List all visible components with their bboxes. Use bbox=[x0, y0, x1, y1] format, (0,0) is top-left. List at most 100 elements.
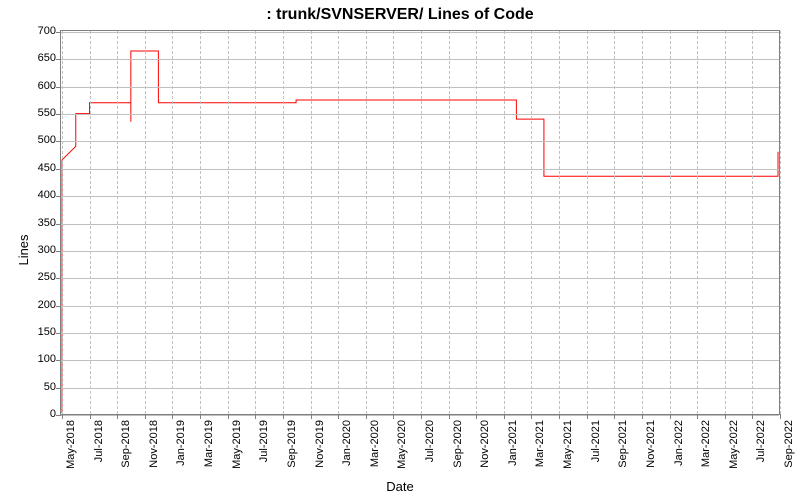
y-tick bbox=[56, 251, 61, 252]
x-tick bbox=[255, 414, 256, 419]
y-tick bbox=[56, 87, 61, 88]
x-tick-label: Sep-2020 bbox=[452, 420, 464, 468]
x-tick bbox=[145, 414, 146, 419]
gridline-h bbox=[61, 169, 779, 170]
y-tick bbox=[56, 32, 61, 33]
x-tick bbox=[172, 414, 173, 419]
x-tick bbox=[697, 414, 698, 419]
x-tick-label: May-2021 bbox=[562, 420, 574, 469]
x-tick-label: Nov-2021 bbox=[645, 420, 657, 468]
x-tick-label: May-2019 bbox=[231, 420, 243, 469]
gridline-v bbox=[228, 31, 229, 414]
x-tick-label: Jan-2022 bbox=[673, 420, 685, 466]
x-tick-label: Mar-2022 bbox=[700, 420, 712, 467]
x-tick-label: Nov-2019 bbox=[314, 420, 326, 468]
x-tick-label: Jul-2021 bbox=[590, 420, 602, 462]
x-tick bbox=[228, 414, 229, 419]
gridline-v bbox=[145, 31, 146, 414]
x-tick bbox=[117, 414, 118, 419]
gridline-v bbox=[449, 31, 450, 414]
y-tick bbox=[56, 169, 61, 170]
y-tick-label: 300 bbox=[6, 244, 56, 256]
chart-title: : trunk/SVNSERVER/ Lines of Code bbox=[0, 6, 800, 24]
gridline-v bbox=[421, 31, 422, 414]
y-tick bbox=[56, 59, 61, 60]
x-tick-label: Sep-2021 bbox=[617, 420, 629, 468]
gridline-v bbox=[697, 31, 698, 414]
y-tick-label: 500 bbox=[6, 134, 56, 146]
y-tick bbox=[56, 114, 61, 115]
gridline-v bbox=[393, 31, 394, 414]
y-tick-label: 400 bbox=[6, 189, 56, 201]
plot-area bbox=[60, 30, 780, 415]
y-tick bbox=[56, 388, 61, 389]
x-tick-label: Nov-2018 bbox=[148, 420, 160, 468]
y-tick-label: 650 bbox=[6, 52, 56, 64]
y-tick bbox=[56, 360, 61, 361]
x-tick bbox=[393, 414, 394, 419]
x-tick-label: Mar-2021 bbox=[534, 420, 546, 467]
x-tick-label: Mar-2020 bbox=[369, 420, 381, 467]
series-line bbox=[62, 51, 778, 413]
gridline-h bbox=[61, 87, 779, 88]
x-tick-label: Jul-2022 bbox=[755, 420, 767, 462]
y-tick-label: 200 bbox=[6, 299, 56, 311]
x-tick bbox=[200, 414, 201, 419]
gridline-v bbox=[283, 31, 284, 414]
gridline-v bbox=[366, 31, 367, 414]
x-tick bbox=[614, 414, 615, 419]
gridline-h bbox=[61, 333, 779, 334]
x-tick bbox=[587, 414, 588, 419]
gridline-v bbox=[670, 31, 671, 414]
x-tick-label: Sep-2018 bbox=[120, 420, 132, 468]
gridline-v bbox=[587, 31, 588, 414]
title-prefix: : bbox=[266, 6, 276, 23]
x-tick-label: May-2018 bbox=[65, 420, 77, 469]
x-tick bbox=[283, 414, 284, 419]
x-tick bbox=[90, 414, 91, 419]
chart-container: : trunk/SVNSERVER/ Lines of Code Lines D… bbox=[0, 0, 800, 500]
gridline-v bbox=[62, 31, 63, 414]
x-tick-label: Jan-2019 bbox=[175, 420, 187, 466]
x-tick bbox=[62, 414, 63, 419]
title-main: trunk/SVNSERVER/ Lines of Code bbox=[276, 6, 534, 23]
y-tick bbox=[56, 196, 61, 197]
gridline-h bbox=[61, 224, 779, 225]
y-tick-label: 350 bbox=[6, 217, 56, 229]
y-tick-label: 50 bbox=[6, 381, 56, 393]
x-tick-label: Jan-2020 bbox=[341, 420, 353, 466]
y-tick bbox=[56, 278, 61, 279]
gridline-v bbox=[531, 31, 532, 414]
series-svg bbox=[61, 31, 779, 414]
gridline-v bbox=[614, 31, 615, 414]
x-tick-label: May-2020 bbox=[396, 420, 408, 469]
gridline-h bbox=[61, 32, 779, 33]
y-tick bbox=[56, 224, 61, 225]
y-tick bbox=[56, 415, 61, 416]
x-tick bbox=[338, 414, 339, 419]
gridline-h bbox=[61, 251, 779, 252]
x-tick bbox=[780, 414, 781, 419]
x-tick bbox=[311, 414, 312, 419]
x-tick-label: Jul-2020 bbox=[424, 420, 436, 462]
gridline-v bbox=[255, 31, 256, 414]
gridline-v bbox=[559, 31, 560, 414]
y-tick bbox=[56, 306, 61, 307]
x-tick-label: May-2022 bbox=[728, 420, 740, 469]
gridline-v bbox=[117, 31, 118, 414]
y-tick-label: 250 bbox=[6, 271, 56, 283]
x-axis-label: Date bbox=[0, 479, 800, 494]
gridline-h bbox=[61, 306, 779, 307]
gridline-v bbox=[780, 31, 781, 414]
gridline-v bbox=[752, 31, 753, 414]
x-tick-label: Jan-2021 bbox=[507, 420, 519, 466]
x-tick bbox=[504, 414, 505, 419]
x-tick bbox=[449, 414, 450, 419]
x-tick-label: Jul-2018 bbox=[93, 420, 105, 462]
gridline-v bbox=[311, 31, 312, 414]
x-tick bbox=[421, 414, 422, 419]
gridline-v bbox=[172, 31, 173, 414]
y-tick bbox=[56, 141, 61, 142]
y-tick-label: 100 bbox=[6, 353, 56, 365]
gridline-h bbox=[61, 388, 779, 389]
